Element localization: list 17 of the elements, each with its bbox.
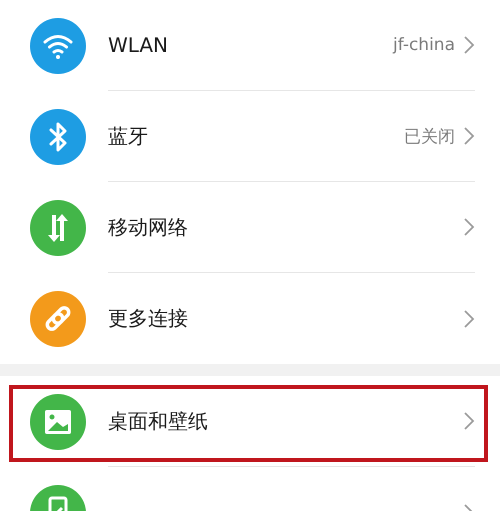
chevron-icon [463,217,475,237]
settings-item[interactable]: 桌面和壁纸 [0,376,500,467]
item-value: jf-china [393,35,455,55]
settings-item[interactable]: 移动网络 [0,182,500,273]
chevron-icon [463,411,475,431]
settings-item[interactable]: 更多连接 [0,273,500,364]
settings-item[interactable]: WLAN jf-china [0,0,500,91]
settings-item[interactable]: 蓝牙 已关闭 [0,91,500,182]
item-label: WLAN [108,33,170,57]
item-label: 桌面和壁纸 [108,408,209,434]
item-label: 蓝牙 [108,122,149,150]
item-label: 更多连接 [108,305,189,332]
item-label: 移动网络 [108,214,189,240]
item-value: 已关闭 [404,126,455,148]
chevron-icon [463,35,475,55]
chevron-icon [463,126,475,146]
chevron-icon [463,308,475,328]
